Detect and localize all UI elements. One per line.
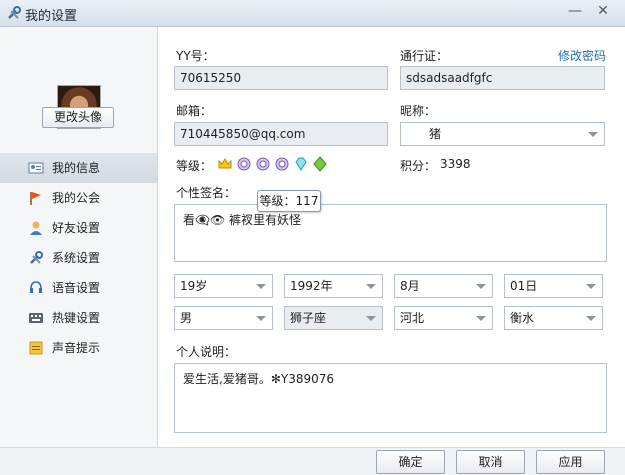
sidebar-item-my-info[interactable]: 我的信息 (0, 153, 157, 183)
description-input[interactable]: 爱生活,爱猪哥。✻Y389076 (174, 363, 607, 433)
sidebar-item-my-guild[interactable]: 我的公会 (0, 183, 157, 213)
province-select[interactable]: 河北 (394, 306, 493, 330)
diamond-icon (295, 157, 307, 171)
medal-icon (237, 157, 251, 171)
tools-icon (30, 251, 43, 264)
passport-field: sdsadsaadfgfc (400, 66, 605, 90)
zodiac-value: 狮子座 (290, 311, 327, 325)
chevron-down-icon (256, 316, 266, 321)
chevron-down-icon (476, 284, 486, 289)
window-title: 我的设置 (25, 9, 78, 24)
age-value: 19岁 (180, 279, 208, 293)
headset-icon (30, 281, 42, 293)
city-select[interactable]: 衡水 (504, 306, 603, 330)
nav-list: 我的信息 我的公会 好友设置 系统设置 语音设置 热键设置 声音提示 (0, 153, 157, 363)
person-icon (30, 221, 42, 235)
sidebar-item-voice-settings[interactable]: 语音设置 (0, 273, 157, 303)
sidebar: 更改头像 我的信息 我的公会 好友设置 系统设置 语音设置 热键设置 声音提示 (0, 27, 158, 475)
description-label: 个人说明： (176, 345, 237, 359)
crown-icon (218, 158, 232, 169)
level-icons (217, 155, 329, 173)
chevron-down-icon (256, 284, 266, 289)
wrench-screwdriver-icon (8, 6, 21, 19)
sidebar-item-label: 好友设置 (52, 221, 101, 235)
birth-month-select[interactable]: 8月 (394, 274, 493, 298)
sidebar-item-label: 热键设置 (52, 311, 101, 325)
id-card-icon (28, 162, 44, 174)
age-select[interactable]: 19岁 (174, 274, 273, 298)
chevron-down-icon (366, 316, 376, 321)
sidebar-item-friend-settings[interactable]: 好友设置 (0, 213, 157, 243)
zodiac-select: 狮子座 (284, 306, 383, 330)
chevron-down-icon (586, 284, 596, 289)
email-label: 邮箱： (176, 104, 213, 118)
sidebar-item-sound-prompt[interactable]: 声音提示 (0, 333, 157, 363)
ok-button[interactable]: 确定 (376, 450, 445, 474)
day-value: 01日 (510, 279, 538, 293)
month-value: 8月 (400, 279, 420, 293)
medal-icon (275, 157, 289, 171)
birth-day-select[interactable]: 01日 (504, 274, 603, 298)
year-value: 1992年 (290, 279, 333, 293)
gender-value: 男 (180, 311, 193, 325)
description-text: 爱生活,爱猪哥。✻Y389076 (183, 372, 335, 386)
footer-bar: 确定 取消 应用 (0, 447, 625, 475)
title-bar: 我的设置 — ✕ (0, 0, 625, 27)
sidebar-item-label: 系统设置 (52, 251, 101, 265)
signature-input[interactable]: 看👁‍🗨👁 裤衩里有妖怪 (174, 204, 607, 262)
change-password-link[interactable]: 修改密码 (558, 47, 606, 64)
chevron-down-icon (476, 316, 486, 321)
province-value: 河北 (400, 311, 425, 325)
signature-text: 看👁‍🗨👁 裤衩里有妖怪 (183, 213, 301, 227)
chevron-down-icon[interactable] (588, 132, 598, 137)
sidebar-item-label: 我的公会 (52, 191, 101, 205)
sidebar-item-label: 声音提示 (52, 341, 101, 355)
yy-label: YY号： (176, 49, 215, 63)
close-button[interactable]: ✕ (594, 3, 612, 21)
change-avatar-button[interactable]: 更改头像 (42, 107, 114, 128)
signature-label: 个性签名： (176, 186, 237, 200)
keyboard-icon (29, 313, 43, 323)
chevron-down-icon (366, 284, 376, 289)
sidebar-item-hotkey-settings[interactable]: 热键设置 (0, 303, 157, 333)
nickname-field[interactable]: 猪 (400, 122, 605, 146)
level-tooltip: 等级：117 (257, 190, 321, 212)
points-value: 3398 (440, 157, 471, 171)
sidebar-item-system-settings[interactable]: 系统设置 (0, 243, 157, 273)
birth-year-select[interactable]: 1992年 (284, 274, 383, 298)
cancel-button[interactable]: 取消 (456, 450, 525, 474)
apply-button[interactable]: 应用 (536, 450, 605, 474)
gender-select[interactable]: 男 (174, 306, 273, 330)
sidebar-item-label: 语音设置 (52, 281, 101, 295)
profile-form: YY号： 70615250 通行证： 修改密码 sdsadsaadfgfc 邮箱… (158, 27, 625, 447)
flag-icon (30, 192, 41, 205)
sidebar-item-label: 我的信息 (52, 161, 101, 175)
nickname-value: 猪 (429, 127, 442, 141)
nickname-label: 昵称： (400, 104, 437, 118)
level-label: 等级： (176, 159, 213, 173)
chevron-down-icon (586, 316, 596, 321)
note-icon (29, 341, 43, 355)
points-label: 积分： (400, 159, 437, 173)
yy-number-field: 70615250 (174, 66, 388, 90)
email-field: 710445850@qq.com (174, 122, 388, 146)
city-value: 衡水 (510, 311, 535, 325)
medal-icon (256, 157, 270, 171)
passport-label: 通行证： (400, 49, 449, 63)
star-icon (313, 156, 327, 172)
minimize-button[interactable]: — (566, 3, 584, 21)
